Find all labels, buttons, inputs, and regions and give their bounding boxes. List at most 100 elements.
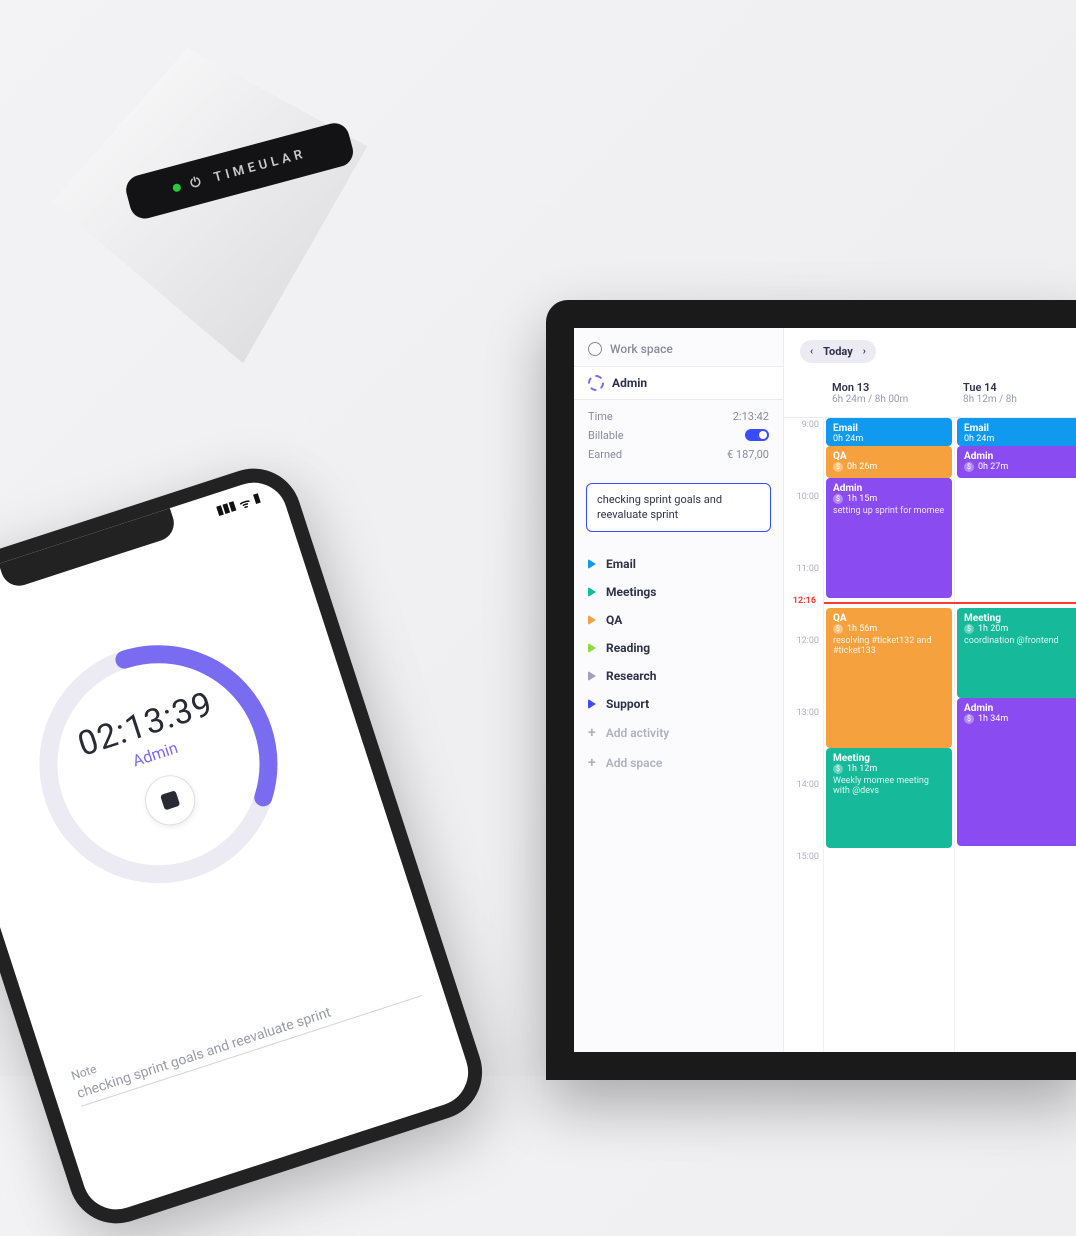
calendar-event[interactable]: Email0h 24m bbox=[826, 418, 952, 446]
hour-label: 15:00 bbox=[784, 850, 823, 922]
hour-label: 14:00 bbox=[784, 778, 823, 850]
event-meta: 0h 24m bbox=[833, 434, 945, 444]
add-activity-button[interactable]: + Add activity bbox=[574, 718, 783, 748]
event-title: Email bbox=[964, 423, 1076, 434]
play-icon bbox=[588, 587, 596, 597]
time-value: 2:13:42 bbox=[733, 410, 769, 423]
event-title: Email bbox=[833, 423, 945, 434]
billable-icon: $ bbox=[833, 494, 843, 504]
calendar-event[interactable]: Admin$1h 34m bbox=[957, 698, 1076, 846]
billable-icon: $ bbox=[964, 462, 974, 472]
day-header-mon: Mon 13 bbox=[832, 381, 947, 394]
event-meta: $0h 27m bbox=[964, 462, 1076, 472]
play-icon bbox=[588, 643, 596, 653]
play-icon bbox=[588, 615, 596, 625]
billable-icon: $ bbox=[833, 764, 843, 774]
hour-label: 13:00 bbox=[784, 706, 823, 778]
plus-icon: + bbox=[588, 755, 596, 771]
billable-icon: $ bbox=[833, 624, 843, 634]
activity-item-reading[interactable]: Reading bbox=[574, 634, 783, 662]
activity-item-qa[interactable]: QA bbox=[574, 606, 783, 634]
activity-label: QA bbox=[606, 613, 622, 627]
activity-item-meetings[interactable]: Meetings bbox=[574, 578, 783, 606]
date-picker[interactable]: ‹ Today › bbox=[800, 340, 876, 363]
event-description: Weekly momee meeting with @devs bbox=[833, 776, 945, 796]
day-sub-tue: 8h 12m / 8h bbox=[963, 394, 1076, 405]
activity-label: Reading bbox=[606, 641, 650, 655]
day-column-mon[interactable]: Email0h 24mQA$0h 26mAdmin$1h 15msetting … bbox=[824, 418, 955, 1052]
activity-label: Research bbox=[606, 669, 657, 683]
billable-label: Billable bbox=[588, 429, 624, 442]
calendar-event[interactable]: Meeting$1h 12m Weekly momee meeting with … bbox=[826, 748, 952, 848]
event-description: setting up sprint for momee bbox=[833, 506, 945, 516]
sidebar: Work space Admin Time 2:13:42 Billable bbox=[574, 328, 784, 1052]
calendar-event[interactable]: QA$1h 56m resolving #ticket132 and #ticke… bbox=[826, 608, 952, 748]
day-column-tue[interactable]: Email0h 24mAdmin$0h 27mMeeting$1h 20mcoo… bbox=[955, 418, 1076, 1052]
play-icon bbox=[588, 559, 596, 569]
add-space-button[interactable]: + Add space bbox=[574, 748, 783, 778]
led-icon bbox=[172, 183, 182, 193]
play-icon bbox=[588, 699, 596, 709]
event-meta: $1h 20m bbox=[964, 624, 1076, 634]
calendar-event[interactable]: QA$0h 26m bbox=[826, 446, 952, 478]
hour-label: 9:00 bbox=[784, 418, 823, 490]
billable-icon: $ bbox=[964, 714, 974, 724]
tracker-device: ⏻ TIMEULAR bbox=[30, 10, 470, 450]
activity-item-email[interactable]: Email bbox=[574, 550, 783, 578]
now-time: 12:16 bbox=[784, 596, 820, 606]
event-title: Meeting bbox=[964, 613, 1076, 624]
plus-icon: + bbox=[588, 725, 596, 741]
event-title: Admin bbox=[964, 703, 1076, 714]
event-title: QA bbox=[833, 451, 945, 462]
day-sub-mon: 6h 24m / 8h 00m bbox=[832, 394, 947, 405]
activity-label: Email bbox=[606, 557, 636, 571]
event-meta: $0h 26m bbox=[833, 462, 945, 472]
project-name: Admin bbox=[612, 376, 647, 390]
earned-label: Earned bbox=[588, 448, 622, 461]
calendar: ‹ Today › Mon 13 6h 24m / 8h 00m Tue 14 … bbox=[784, 328, 1076, 1052]
event-title: QA bbox=[833, 613, 945, 624]
earned-value: € 187,00 bbox=[727, 448, 769, 461]
event-title: Admin bbox=[833, 483, 945, 494]
event-meta: $1h 34m bbox=[964, 714, 1076, 724]
tracker-brand: TIMEULAR bbox=[212, 146, 308, 185]
calendar-event[interactable]: Admin$1h 15m setting up sprint for momee bbox=[826, 478, 952, 598]
event-meta: $1h 15m bbox=[833, 494, 945, 504]
billable-icon: $ bbox=[964, 624, 974, 634]
activity-label: Meetings bbox=[606, 585, 656, 599]
stop-button[interactable] bbox=[139, 768, 202, 831]
project-row[interactable]: Admin bbox=[574, 366, 783, 400]
billable-toggle[interactable] bbox=[745, 429, 769, 441]
calendar-event[interactable]: Email0h 24m bbox=[957, 418, 1076, 446]
activity-item-support[interactable]: Support bbox=[574, 690, 783, 718]
wifi-icon: ᯤ bbox=[237, 493, 253, 513]
timer-ring: 02:13:39 Admin bbox=[0, 600, 322, 928]
today-label: Today bbox=[823, 345, 853, 358]
calendar-event[interactable]: Admin$0h 27m bbox=[957, 446, 1076, 478]
gear-icon[interactable] bbox=[588, 342, 602, 356]
project-color-icon bbox=[588, 375, 604, 391]
note-label: Note bbox=[69, 959, 414, 1083]
signal-icon: ▮▮▮ bbox=[214, 498, 238, 520]
now-line bbox=[824, 602, 1076, 604]
calendar-event[interactable]: Meeting$1h 20m coordination @frontend bbox=[957, 608, 1076, 698]
note-input[interactable]: checking sprint goals and reevaluate spr… bbox=[75, 976, 422, 1107]
activity-label: Support bbox=[606, 697, 649, 711]
event-description: resolving #ticket132 and #ticket133 bbox=[833, 636, 945, 656]
event-description: coordination @frontend bbox=[964, 636, 1076, 646]
laptop-device: Work space Admin Time 2:13:42 Billable bbox=[546, 300, 1076, 1080]
hour-label: 10:00 bbox=[784, 490, 823, 562]
stop-icon bbox=[160, 790, 180, 810]
battery-icon: ▮ bbox=[251, 490, 263, 508]
chevron-left-icon[interactable]: ‹ bbox=[810, 346, 813, 357]
phone-device: 15:37 ◂ ▮▮▮ ᯤ ▮ 02:13:39 Admin bbox=[0, 456, 495, 1236]
event-meta: $1h 12m bbox=[833, 764, 945, 774]
hour-label: 12:00 bbox=[784, 634, 823, 706]
chevron-right-icon[interactable]: › bbox=[863, 346, 866, 357]
workspace-title: Work space bbox=[610, 342, 673, 356]
event-meta: $1h 56m bbox=[833, 624, 945, 634]
note-textarea[interactable]: checking sprint goals and reevaluate spr… bbox=[586, 483, 771, 532]
event-title: Meeting bbox=[833, 753, 945, 764]
time-label: Time bbox=[588, 410, 613, 423]
activity-item-research[interactable]: Research bbox=[574, 662, 783, 690]
